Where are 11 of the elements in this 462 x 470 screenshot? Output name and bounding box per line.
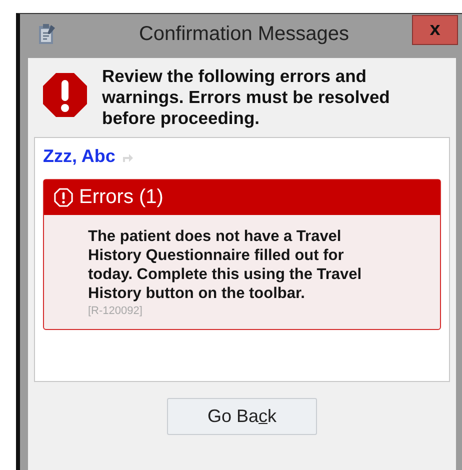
warning-message: Review the following errors and warnings. Errors must be resolved before proceeding.: [102, 66, 391, 129]
window-title: Confirmation Messages: [138, 22, 350, 46]
patient-name[interactable]: Zzz, Abc: [43, 146, 116, 167]
stop-icon: [42, 72, 88, 118]
rule-code: [R-120092]: [88, 305, 144, 317]
clipboard-icon: [38, 23, 56, 45]
go-back-button[interactable]: Go Back: [167, 398, 317, 435]
errors-title: Errors (1): [79, 186, 164, 209]
error-text: The patient does not have a Travel History Questionnaire filled out for today. Complete this using the Travel History button on the toolbar.: [88, 227, 363, 303]
close-button[interactable]: x: [412, 15, 458, 45]
alert-icon: [54, 188, 73, 207]
